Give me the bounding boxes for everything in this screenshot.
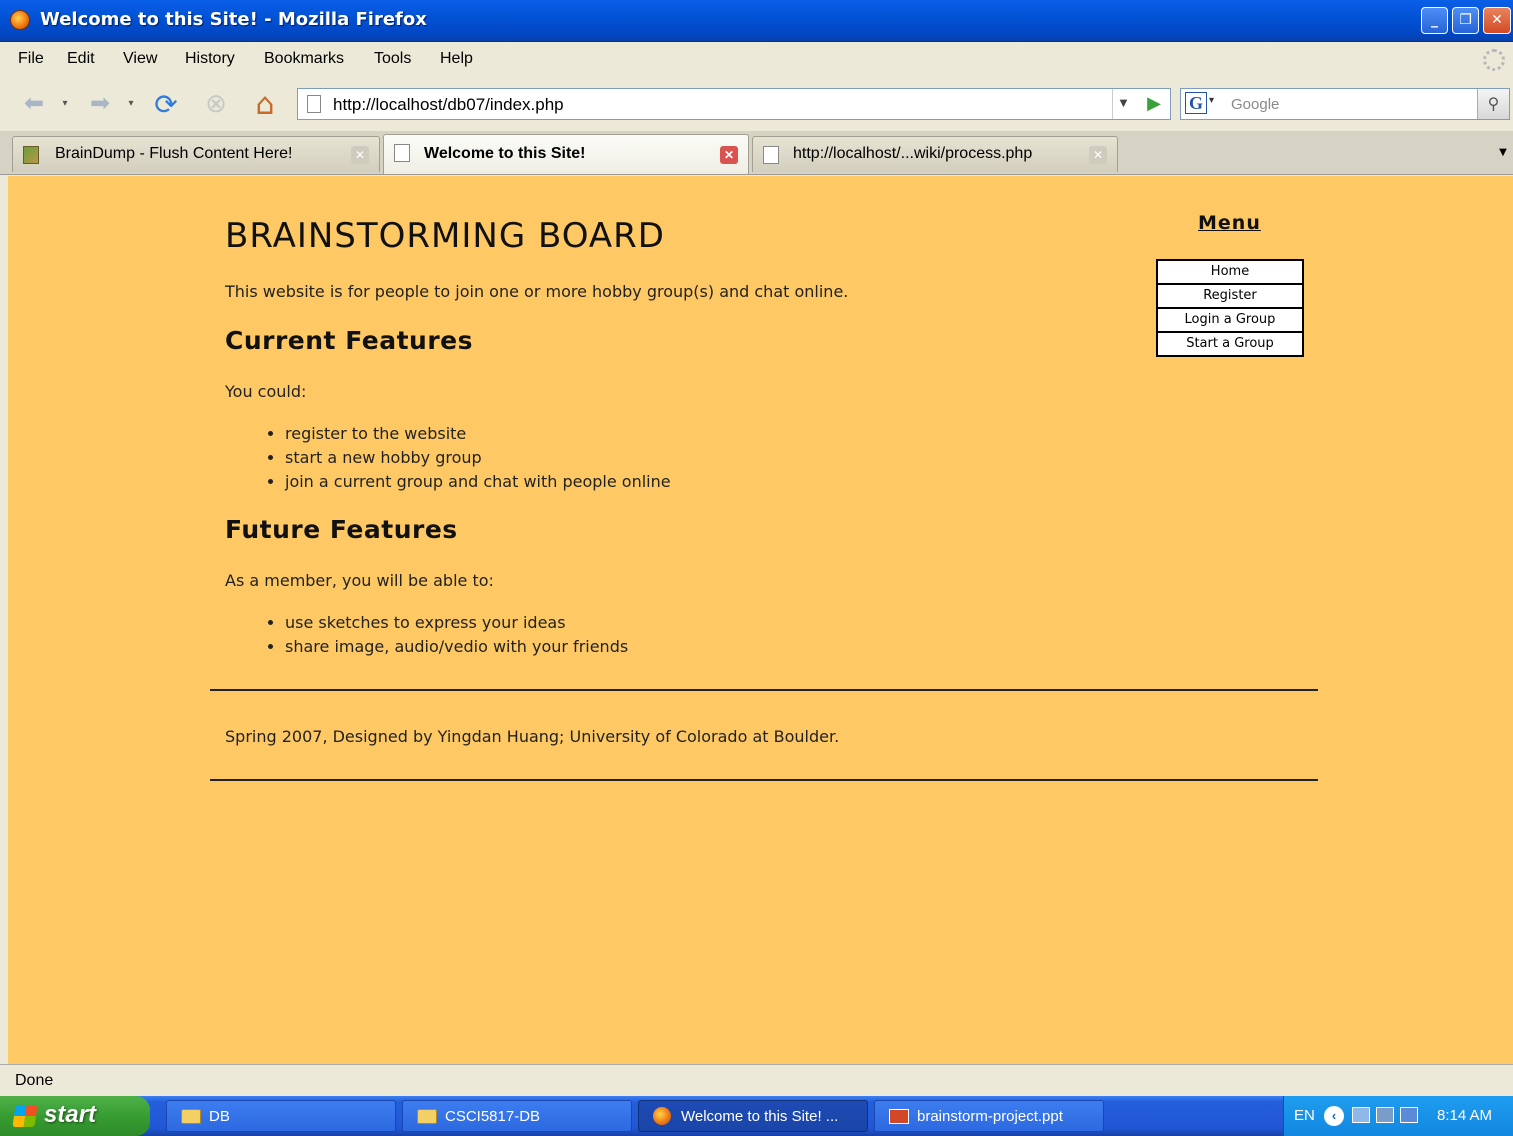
task-ppt[interactable]: brainstorm-project.ppt	[874, 1100, 1104, 1132]
network-icon[interactable]	[1352, 1107, 1370, 1123]
tab-label: http://localhost/...wiki/process.php	[793, 145, 1033, 162]
go-icon[interactable]: ▶	[1143, 93, 1165, 115]
taskbar: start DB CSCI5817-DB Welcome to this Sit…	[0, 1096, 1513, 1136]
menu-view[interactable]: View	[123, 50, 157, 68]
google-engine-icon[interactable]: G	[1185, 92, 1207, 114]
list-item: use sketches to express your ideas	[285, 611, 628, 635]
menu-item-home[interactable]: Home	[1158, 261, 1302, 285]
current-features-heading: Current Features	[225, 326, 474, 355]
firefox-icon	[10, 10, 30, 30]
show-hidden-icons-icon[interactable]: ‹	[1324, 1106, 1344, 1126]
status-bar: Done	[0, 1064, 1513, 1096]
list-item: register to the website	[285, 422, 671, 446]
tab-strip: BrainDump - Flush Content Here! ✕ Welcom…	[0, 131, 1513, 175]
language-indicator[interactable]: EN	[1294, 1107, 1315, 1124]
home-icon[interactable]: ⌂	[246, 86, 284, 122]
start-label: start	[44, 1101, 97, 1128]
task-label: Welcome to this Site! ...	[681, 1108, 839, 1125]
folder-icon	[181, 1109, 201, 1124]
firefox-icon	[653, 1107, 671, 1125]
url-dropdown-icon[interactable]: ▼	[1112, 89, 1134, 119]
back-dropdown-icon[interactable]: ▾	[58, 92, 72, 114]
tab-label: BrainDump - Flush Content Here!	[55, 145, 293, 162]
page-title: BRAINSTORMING BOARD	[225, 216, 665, 256]
task-csci5817[interactable]: CSCI5817-DB	[402, 1100, 632, 1132]
menu-item-login-group[interactable]: Login a Group	[1158, 309, 1302, 333]
tab-label: Welcome to this Site!	[424, 145, 586, 162]
tab-list-dropdown-icon[interactable]: ▼	[1493, 135, 1513, 171]
reload-icon[interactable]: ⟳	[148, 87, 184, 121]
braindump-favicon-icon	[23, 146, 39, 164]
url-text[interactable]: http://localhost/db07/index.php	[333, 95, 564, 115]
minimize-button[interactable]: _	[1421, 7, 1448, 34]
future-features-list: use sketches to express your ideas share…	[265, 611, 628, 659]
start-button[interactable]: start	[0, 1096, 150, 1136]
menu-edit[interactable]: Edit	[67, 50, 95, 68]
tab-braindump[interactable]: BrainDump - Flush Content Here! ✕	[12, 136, 380, 172]
engine-dropdown-icon[interactable]: ▾	[1209, 95, 1214, 106]
search-icon[interactable]: ⚲	[1477, 89, 1509, 119]
tab-process[interactable]: http://localhost/...wiki/process.php ✕	[752, 136, 1118, 172]
back-icon[interactable]: ⬅	[14, 88, 54, 118]
folder-icon	[417, 1109, 437, 1124]
forward-dropdown-icon[interactable]: ▾	[124, 92, 138, 114]
list-item: join a current group and chat with peopl…	[285, 470, 671, 494]
tab-close-icon[interactable]: ✕	[720, 146, 738, 164]
network-disconnected-icon[interactable]	[1376, 1107, 1394, 1123]
current-features-list: register to the website start a new hobb…	[265, 422, 671, 494]
menu-bookmarks[interactable]: Bookmarks	[264, 50, 344, 68]
stop-icon[interactable]: ⊗	[198, 87, 234, 121]
tab-close-icon[interactable]: ✕	[351, 146, 369, 164]
throbber-icon	[1483, 49, 1505, 71]
close-window-button[interactable]: ✕	[1483, 7, 1511, 34]
forward-icon[interactable]: ➡	[80, 88, 120, 118]
menu-help[interactable]: Help	[440, 50, 473, 68]
page-favicon-icon	[763, 146, 779, 164]
window-title: Welcome to this Site! - Mozilla Firefox	[40, 9, 427, 30]
menu-item-start-group[interactable]: Start a Group	[1158, 333, 1302, 355]
menu-item-register[interactable]: Register	[1158, 285, 1302, 309]
task-label: DB	[209, 1108, 230, 1125]
monitor-icon[interactable]	[1400, 1107, 1418, 1123]
side-menu: Home Register Login a Group Start a Grou…	[1156, 259, 1304, 357]
current-features-lead: You could:	[225, 382, 307, 401]
footer-divider-bottom	[210, 779, 1318, 781]
tab-welcome[interactable]: Welcome to this Site! ✕	[383, 134, 749, 174]
menu-file[interactable]: File	[18, 50, 44, 68]
task-label: CSCI5817-DB	[445, 1108, 541, 1125]
footer-text: Spring 2007, Designed by Yingdan Huang; …	[225, 727, 840, 746]
powerpoint-icon	[889, 1109, 909, 1124]
list-item: share image, audio/vedio with your frien…	[285, 635, 628, 659]
page-icon	[307, 95, 321, 113]
restore-button[interactable]: ❐	[1452, 7, 1479, 34]
future-features-lead: As a member, you will be able to:	[225, 571, 494, 590]
windows-logo-icon	[12, 1105, 38, 1127]
page-favicon-icon	[394, 144, 410, 162]
menu-heading: Menu	[1198, 212, 1261, 234]
footer-divider-top	[210, 689, 1318, 691]
system-tray: EN ‹ 8:14 AM	[1283, 1096, 1513, 1136]
page-viewport: BRAINSTORMING BOARD This website is for …	[8, 176, 1513, 1064]
task-db[interactable]: DB	[166, 1100, 396, 1132]
search-placeholder[interactable]: Google	[1231, 96, 1279, 113]
menu-tools[interactable]: Tools	[374, 50, 411, 68]
list-item: start a new hobby group	[285, 446, 671, 470]
intro-text: This website is for people to join one o…	[225, 282, 849, 301]
url-bar[interactable]: http://localhost/db07/index.php ▼ ▶	[297, 88, 1171, 120]
search-bar[interactable]: G ▾ Google ⚲	[1180, 88, 1510, 120]
task-firefox[interactable]: Welcome to this Site! ...	[638, 1100, 868, 1132]
clock: 8:14 AM	[1437, 1107, 1493, 1124]
status-text: Done	[15, 1072, 54, 1089]
menu-history[interactable]: History	[185, 50, 235, 68]
future-features-heading: Future Features	[225, 515, 458, 544]
window-titlebar[interactable]: Welcome to this Site! - Mozilla Firefox …	[0, 0, 1513, 42]
tab-close-icon[interactable]: ✕	[1089, 146, 1107, 164]
menu-bar: File Edit View History Bookmarks Tools H…	[0, 43, 1513, 76]
task-label: brainstorm-project.ppt	[917, 1108, 1063, 1125]
